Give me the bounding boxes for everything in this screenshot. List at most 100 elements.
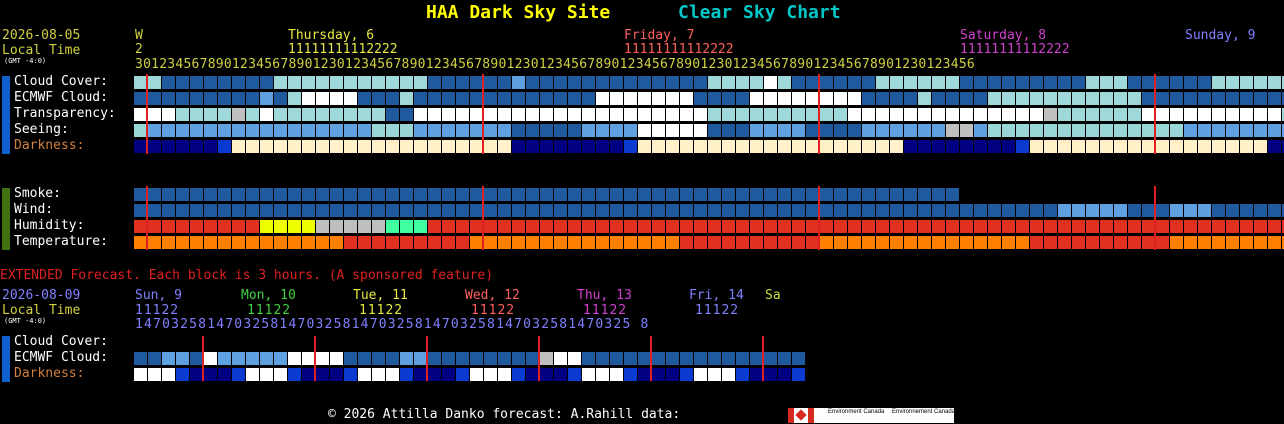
cell-ecmwf-cloud-32[interactable]: [582, 92, 595, 105]
cell-humidity-42[interactable]: [722, 220, 735, 233]
cell-humidity-7[interactable]: [232, 220, 245, 233]
cell-smoke-20[interactable]: [414, 188, 427, 201]
cell-darkness-8[interactable]: [246, 140, 259, 153]
cell-smoke-30[interactable]: [554, 188, 567, 201]
cell-smoke-24[interactable]: [470, 188, 483, 201]
cell-cloud-cover-10[interactable]: [274, 76, 287, 89]
cell-cloud-cover-22[interactable]: [442, 76, 455, 89]
cell-seeing-3[interactable]: [176, 124, 189, 137]
cell-seeing-47[interactable]: [792, 124, 805, 137]
cell-ecmwf-cloud-64[interactable]: [1030, 92, 1043, 105]
cell-transparency-13[interactable]: [316, 108, 329, 121]
cell-humidity-64[interactable]: [1030, 220, 1043, 233]
ext-cell-ecmwf-cloud-32[interactable]: [582, 352, 595, 365]
cell-ecmwf-cloud-9[interactable]: [260, 92, 273, 105]
cell-temperature-30[interactable]: [554, 236, 567, 249]
cell-darkness-16[interactable]: [358, 140, 371, 153]
cell-smoke-14[interactable]: [330, 188, 343, 201]
cell-smoke-10[interactable]: [274, 188, 287, 201]
cell-humidity-6[interactable]: [218, 220, 231, 233]
ext-cell-ecmwf-cloud-1[interactable]: [148, 352, 161, 365]
ext-cell-darkness-2[interactable]: [162, 368, 175, 381]
cell-humidity-61[interactable]: [988, 220, 1001, 233]
cell-ecmwf-cloud-29[interactable]: [540, 92, 553, 105]
ext-cell-darkness-22[interactable]: [442, 368, 455, 381]
cell-transparency-16[interactable]: [358, 108, 371, 121]
cell-wind-26[interactable]: [498, 204, 511, 217]
cell-temperature-74[interactable]: [1170, 236, 1183, 249]
cell-wind-5[interactable]: [204, 204, 217, 217]
cell-humidity-30[interactable]: [554, 220, 567, 233]
cell-cloud-cover-57[interactable]: [932, 76, 945, 89]
cell-cloud-cover-23[interactable]: [456, 76, 469, 89]
cell-humidity-27[interactable]: [512, 220, 525, 233]
cell-temperature-72[interactable]: [1142, 236, 1155, 249]
cell-cloud-cover-30[interactable]: [554, 76, 567, 89]
cell-wind-80[interactable]: [1254, 204, 1267, 217]
cell-transparency-52[interactable]: [862, 108, 875, 121]
cell-temperature-40[interactable]: [694, 236, 707, 249]
cell-wind-78[interactable]: [1226, 204, 1239, 217]
cell-humidity-68[interactable]: [1086, 220, 1099, 233]
cell-seeing-77[interactable]: [1212, 124, 1225, 137]
cell-temperature-37[interactable]: [652, 236, 665, 249]
cell-seeing-44[interactable]: [750, 124, 763, 137]
cell-seeing-66[interactable]: [1058, 124, 1071, 137]
cell-ecmwf-cloud-42[interactable]: [722, 92, 735, 105]
cell-cloud-cover-37[interactable]: [652, 76, 665, 89]
cell-wind-12[interactable]: [302, 204, 315, 217]
cell-darkness-23[interactable]: [456, 140, 469, 153]
cell-wind-35[interactable]: [624, 204, 637, 217]
cell-wind-47[interactable]: [792, 204, 805, 217]
cell-temperature-66[interactable]: [1058, 236, 1071, 249]
cell-wind-46[interactable]: [778, 204, 791, 217]
cell-temperature-45[interactable]: [764, 236, 777, 249]
cell-temperature-63[interactable]: [1016, 236, 1029, 249]
cell-seeing-12[interactable]: [302, 124, 315, 137]
cell-ecmwf-cloud-41[interactable]: [708, 92, 721, 105]
cell-humidity-81[interactable]: [1268, 220, 1281, 233]
cell-ecmwf-cloud-74[interactable]: [1170, 92, 1183, 105]
cell-temperature-13[interactable]: [316, 236, 329, 249]
cell-ecmwf-cloud-22[interactable]: [442, 92, 455, 105]
cell-darkness-4[interactable]: [190, 140, 203, 153]
cell-darkness-41[interactable]: [708, 140, 721, 153]
cell-smoke-21[interactable]: [428, 188, 441, 201]
ext-cell-ecmwf-cloud-46[interactable]: [778, 352, 791, 365]
cell-cloud-cover-26[interactable]: [498, 76, 511, 89]
cell-darkness-24[interactable]: [470, 140, 483, 153]
cell-darkness-19[interactable]: [400, 140, 413, 153]
ext-cell-darkness-12[interactable]: [302, 368, 315, 381]
cell-cloud-cover-43[interactable]: [736, 76, 749, 89]
cell-humidity-38[interactable]: [666, 220, 679, 233]
cell-cloud-cover-54[interactable]: [890, 76, 903, 89]
cell-transparency-38[interactable]: [666, 108, 679, 121]
cell-darkness-25[interactable]: [484, 140, 497, 153]
cell-seeing-2[interactable]: [162, 124, 175, 137]
cell-temperature-53[interactable]: [876, 236, 889, 249]
cell-smoke-25[interactable]: [484, 188, 497, 201]
cell-darkness-5[interactable]: [204, 140, 217, 153]
cell-humidity-31[interactable]: [568, 220, 581, 233]
cell-humidity-45[interactable]: [764, 220, 777, 233]
cell-seeing-0[interactable]: [134, 124, 147, 137]
ext-cell-darkness-45[interactable]: [764, 368, 777, 381]
cell-temperature-33[interactable]: [596, 236, 609, 249]
cell-humidity-9[interactable]: [260, 220, 273, 233]
cell-transparency-57[interactable]: [932, 108, 945, 121]
ext-label-ecmwf-cloud[interactable]: ECMWF Cloud:: [14, 351, 108, 364]
cell-transparency-0[interactable]: [134, 108, 147, 121]
cell-seeing-6[interactable]: [218, 124, 231, 137]
cell-wind-15[interactable]: [344, 204, 357, 217]
ext-cell-darkness-0[interactable]: [134, 368, 147, 381]
ext-cell-ecmwf-cloud-41[interactable]: [708, 352, 721, 365]
cell-transparency-1[interactable]: [148, 108, 161, 121]
ext-cell-darkness-14[interactable]: [330, 368, 343, 381]
ext-cell-ecmwf-cloud-18[interactable]: [386, 352, 399, 365]
cell-humidity-35[interactable]: [624, 220, 637, 233]
ext-cell-darkness-3[interactable]: [176, 368, 189, 381]
cell-temperature-26[interactable]: [498, 236, 511, 249]
cell-transparency-77[interactable]: [1212, 108, 1225, 121]
cell-transparency-21[interactable]: [428, 108, 441, 121]
cell-ecmwf-cloud-20[interactable]: [414, 92, 427, 105]
